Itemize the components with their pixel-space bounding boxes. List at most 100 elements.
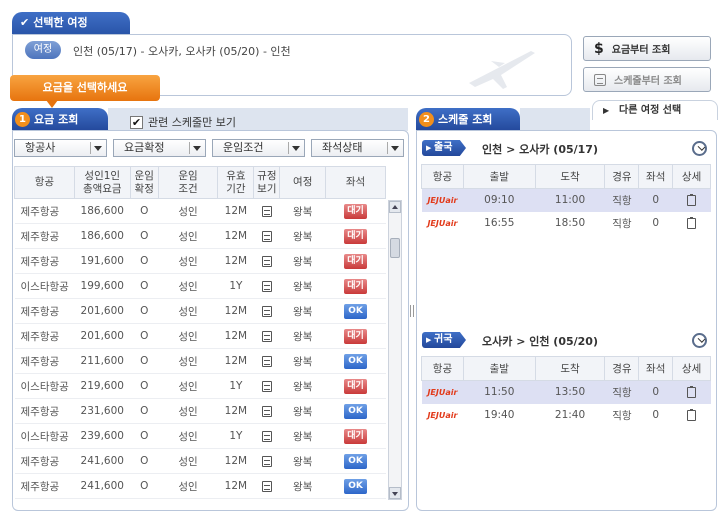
airplane-icon — [469, 51, 535, 89]
fare-scrollbar[interactable] — [388, 200, 402, 500]
fare-confirmed-cell: O — [130, 373, 159, 399]
selected-trip-title: 선택한 여정 — [33, 16, 88, 29]
fare-trip-cell: 왕복 — [279, 373, 326, 399]
seat-ok-button[interactable]: OK — [344, 353, 368, 369]
memo-icon[interactable] — [261, 430, 272, 442]
seat-ok-button[interactable]: OK — [344, 453, 368, 469]
fare-confirmed-filter-label: 요금확정 — [124, 141, 165, 154]
fare-airline-cell: 제주항공 — [14, 398, 75, 424]
seat-wait-button[interactable]: 대기 — [344, 278, 368, 294]
seat-cell: OK — [325, 298, 386, 324]
fare-airline-cell: 이스타항공 — [14, 423, 75, 449]
seat-ok-button[interactable]: OK — [344, 403, 368, 419]
seat-wait-button[interactable]: 대기 — [344, 378, 368, 394]
memo-icon[interactable] — [261, 255, 272, 267]
fare-cond-cell: 성인 — [158, 323, 218, 349]
seat-cell: 대기 — [325, 248, 386, 274]
fare-condition-filter-select[interactable]: 운임조건 — [212, 139, 305, 157]
schedule-row[interactable]: JEJUair 09:10 11:00 직항 0 — [421, 188, 711, 212]
seat-wait-button[interactable]: 대기 — [344, 203, 368, 219]
fare-price-cell: 191,600 — [74, 248, 131, 274]
memo-icon[interactable] — [261, 380, 272, 392]
clipboard-icon[interactable] — [687, 408, 697, 421]
schedule-row[interactable]: JEJUair 11:50 13:50 직항 0 — [421, 380, 711, 404]
seat-status-filter-select[interactable]: 좌석상태 — [311, 139, 404, 157]
fare-confirmed-cell: O — [130, 198, 159, 224]
related-only-checkbox[interactable]: ✔ — [130, 115, 143, 129]
scroll-down-button[interactable] — [389, 487, 401, 499]
other-trip-label: 다른 여정 선택 — [619, 105, 682, 116]
jejuair-logo: JEJUair — [427, 411, 458, 420]
seat-wait-button[interactable]: 대기 — [344, 253, 368, 269]
clipboard-icon[interactable] — [687, 385, 697, 398]
fare-validity-cell: 12M — [217, 198, 254, 224]
clipboard-icon[interactable] — [687, 216, 697, 229]
fare-trip-cell: 왕복 — [279, 398, 326, 424]
fare-price-cell: 201,600 — [74, 323, 131, 349]
clock-icon[interactable] — [692, 333, 707, 348]
fare-cond-cell: 성인 — [158, 448, 218, 474]
schedule-via-cell: 직항 — [612, 217, 632, 230]
seat-wait-button[interactable]: 대기 — [344, 328, 368, 344]
fare-row[interactable]: 제주항공 211,600 O 성인 12M 왕복 OK — [14, 348, 386, 374]
rule-cell — [253, 348, 280, 374]
schedule-via-cell: 직항 — [612, 409, 632, 422]
fare-row[interactable]: 이스타항공 219,600 O 성인 1Y 왕복 대기 — [14, 373, 386, 399]
memo-icon[interactable] — [261, 205, 272, 217]
memo-icon[interactable] — [261, 230, 272, 242]
fare-row[interactable]: 제주항공 186,600 O 성인 12M 왕복 대기 — [14, 198, 386, 224]
seat-wait-button[interactable]: 대기 — [344, 428, 368, 444]
scroll-up-button[interactable] — [389, 201, 401, 213]
other-trip-button[interactable]: ▶ 다른 여정 선택 — [592, 100, 718, 120]
memo-icon[interactable] — [261, 405, 272, 417]
fare-row[interactable]: 제주항공 186,600 O 성인 12M 왕복 대기 — [14, 223, 386, 249]
related-only-toggle[interactable]: ✔ 관련 스케줄만 보기 — [130, 114, 236, 130]
memo-icon[interactable] — [261, 280, 272, 292]
schedule-header-3: 경유 — [604, 164, 640, 189]
rule-cell — [253, 198, 280, 224]
clipboard-icon[interactable] — [687, 193, 697, 206]
fare-airline-cell: 제주항공 — [14, 473, 75, 499]
fare-first-button[interactable]: $ 요금부터 조회 — [583, 36, 711, 61]
fare-row[interactable]: 제주항공 201,600 O 성인 12M 왕복 대기 — [14, 323, 386, 349]
scroll-thumb[interactable] — [390, 238, 400, 258]
schedule-row[interactable]: JEJUair 19:40 21:40 직항 0 — [422, 404, 711, 427]
memo-icon[interactable] — [261, 355, 272, 367]
seat-wait-button[interactable]: 대기 — [344, 228, 368, 244]
fare-confirmed-cell: O — [130, 298, 159, 324]
memo-icon[interactable] — [261, 330, 272, 342]
airline-filter-select[interactable]: 항공사 — [14, 139, 107, 157]
fare-airline-cell: 제주항공 — [14, 448, 75, 474]
schedule-first-button[interactable]: 스케줄부터 조회 — [583, 67, 711, 92]
fare-confirmed-filter-select[interactable]: 요금확정 — [113, 139, 206, 157]
schedule-header-2: 도착 — [534, 356, 606, 381]
seat-ok-button[interactable]: OK — [344, 478, 368, 494]
fare-row[interactable]: 이스타항공 199,600 O 성인 1Y 왕복 대기 — [14, 273, 386, 299]
fare-row[interactable]: 이스타항공 239,600 O 성인 1Y 왕복 대기 — [14, 423, 386, 449]
fare-price-cell: 186,600 — [74, 223, 131, 249]
clock-icon[interactable] — [692, 141, 707, 156]
seat-ok-button[interactable]: OK — [344, 303, 368, 319]
fare-cond-cell: 성인 — [158, 198, 218, 224]
detail-cell — [672, 188, 711, 212]
memo-icon[interactable] — [261, 480, 272, 492]
schedule-seats-cell: 0 — [638, 380, 673, 404]
fare-header-7: 좌석 — [325, 166, 386, 199]
fare-trip-cell: 왕복 — [279, 348, 326, 374]
seat-cell: 대기 — [325, 373, 386, 399]
schedule-header-4: 좌석 — [638, 356, 674, 381]
seat-cell: 대기 — [325, 223, 386, 249]
detail-cell — [673, 212, 711, 235]
panel-splitter[interactable] — [410, 305, 414, 317]
schedule-header-1: 출발 — [462, 164, 536, 189]
fare-row[interactable]: 제주항공 241,600 O 성인 12M 왕복 OK — [14, 448, 386, 474]
fare-trip-cell: 왕복 — [279, 448, 326, 474]
fare-row[interactable]: 제주항공 191,600 O 성인 12M 왕복 대기 — [14, 248, 386, 274]
fare-row[interactable]: 제주항공 201,600 O 성인 12M 왕복 OK — [14, 298, 386, 324]
memo-icon[interactable] — [261, 305, 272, 317]
fare-row[interactable]: 제주항공 231,600 O 성인 12M 왕복 OK — [14, 398, 386, 424]
memo-icon[interactable] — [261, 455, 272, 467]
fare-row[interactable]: 제주항공 241,600 O 성인 12M 왕복 OK — [14, 473, 386, 499]
schedule-row[interactable]: JEJUair 16:55 18:50 직항 0 — [422, 212, 711, 235]
fare-airline-cell: 제주항공 — [14, 248, 75, 274]
